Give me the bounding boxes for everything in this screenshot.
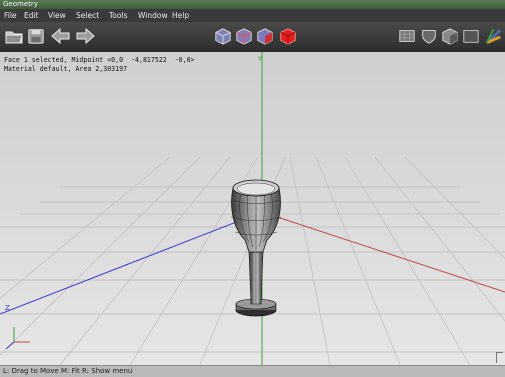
3d-viewport[interactable]: Y Z: [0, 52, 505, 365]
menu-window[interactable]: Window: [138, 9, 168, 22]
status-hint: L: Drag to Move M: Fit R: Show menu: [3, 367, 133, 375]
undo-arrow-icon[interactable]: [50, 26, 72, 46]
scene-canvas: Y Z: [0, 52, 505, 365]
menu-select[interactable]: Select: [76, 9, 99, 22]
shield-icon[interactable]: [420, 26, 438, 46]
window-title: Geometry: [3, 0, 38, 8]
view-wireframe-icon[interactable]: [214, 26, 232, 46]
toolbar: [0, 22, 505, 52]
flat-shading-icon[interactable]: [462, 26, 480, 46]
redo-arrow-icon[interactable]: [74, 26, 96, 46]
axes-icon[interactable]: [484, 26, 503, 46]
menu-tools[interactable]: Tools: [109, 9, 127, 22]
view-edges-icon[interactable]: [256, 26, 274, 46]
menu-help[interactable]: Help: [172, 9, 189, 22]
selection-info-line-2: Material default, Area 2,303197: [4, 65, 128, 73]
status-bar: L: Drag to Move M: Fit R: Show menu: [0, 365, 505, 377]
z-axis-label: Z: [5, 304, 10, 312]
resize-corner[interactable]: [496, 352, 503, 363]
window-title-bar: Geometry: [0, 0, 505, 9]
selection-info: Face 1 selected, Midpoint <0,0 -4,817522…: [4, 56, 195, 74]
menu-file[interactable]: File: [4, 9, 17, 22]
open-folder-icon[interactable]: [4, 26, 24, 46]
menu-view[interactable]: View: [48, 9, 66, 22]
cube-shaded-icon[interactable]: [441, 26, 459, 46]
menu-edit[interactable]: Edit: [24, 9, 39, 22]
view-points-icon[interactable]: [235, 26, 253, 46]
menu-bar: File Edit View Select Tools Window Help: [0, 9, 505, 22]
y-axis-label: Y: [257, 55, 263, 63]
save-disk-icon[interactable]: [27, 26, 45, 46]
selection-info-line-1: Face 1 selected, Midpoint <0,0 -4,817522…: [4, 56, 195, 64]
solid-cube-icon[interactable]: [279, 26, 297, 46]
texture-icon[interactable]: [398, 26, 416, 46]
